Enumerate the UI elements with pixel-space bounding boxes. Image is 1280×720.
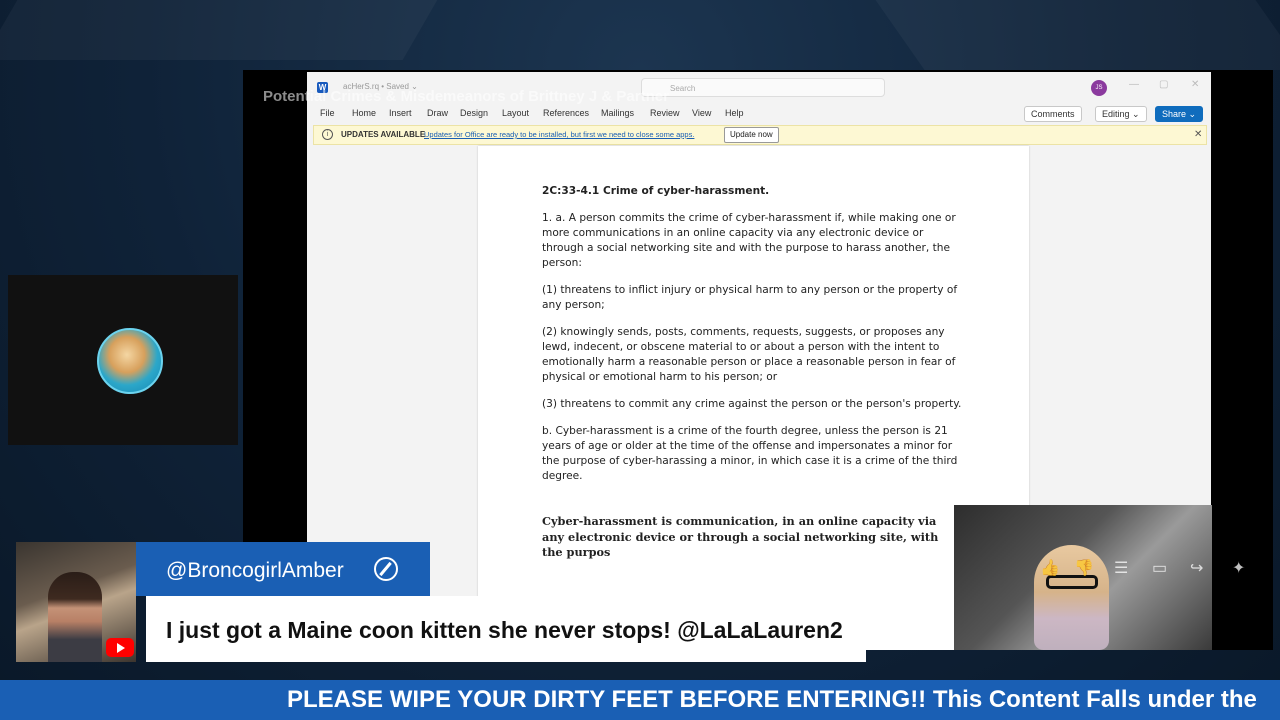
menu-file[interactable]: File [320,108,335,118]
host-avatar [97,328,163,394]
chat-icon[interactable]: ▭ [1152,558,1167,578]
chat-username-bar: @BroncogirlAmber [136,542,430,596]
document-paragraph: 1. a. A person commits the crime of cybe… [542,212,956,269]
guest-camera-feed: 👍 👎 ☰ ▭ ↪ [954,505,1212,650]
comment-icon[interactable]: ☰ [1114,558,1128,578]
menu-insert[interactable]: Insert [389,108,412,118]
chat-author-figure [48,572,102,662]
document-page[interactable]: 2C:33-4.1 Crime of cyber-harassment. 1. … [478,146,1029,650]
host-camera-tile [8,275,238,445]
share-button[interactable]: Share ⌄ [1155,106,1204,122]
sparkle-icon[interactable]: ✦ [1232,558,1245,578]
chat-username: @BroncogirlAmber [166,559,344,582]
menu-design[interactable]: Design [460,108,488,118]
close-update-icon[interactable]: ✕ [1194,129,1202,140]
menu-draw[interactable]: Draw [427,108,448,118]
update-title: UPDATES AVAILABLE [341,130,426,139]
menu-home[interactable]: Home [352,108,376,118]
moderator-badge-icon [374,557,398,581]
background-shape [875,0,1280,70]
shared-window-title: Potential Crimes & Misdemeanors of Britt… [263,88,669,105]
document-paragraph: (2) knowingly sends, posts, comments, re… [542,326,956,383]
update-message-link[interactable]: Updates for Office are ready to be insta… [424,130,694,139]
search-input[interactable]: Search [641,78,885,97]
menu-mailings[interactable]: Mailings [601,108,634,118]
menu-review[interactable]: Review [650,108,680,118]
menu-layout[interactable]: Layout [502,108,529,118]
thumbs-up-icon[interactable]: 👍 [1040,558,1060,578]
menu-help[interactable]: Help [725,108,744,118]
chat-message: I just got a Maine coon kitten she never… [166,617,843,643]
youtube-icon [106,638,134,657]
close-icon[interactable]: ✕ [1191,79,1199,90]
document-summary: Cyber-harassment is communication, in an… [542,514,939,559]
document-paragraph: (3) threatens to commit any crime agains… [542,398,962,410]
menu-view[interactable]: View [692,108,711,118]
minimize-icon[interactable]: — [1129,79,1139,90]
ticker-text: PLEASE WIPE YOUR DIRTY FEET BEFORE ENTER… [287,686,1257,713]
maximize-icon[interactable]: ▢ [1159,79,1168,90]
editing-button[interactable]: Editing ⌄ [1095,106,1147,122]
chat-message-bar: I just got a Maine coon kitten she never… [146,596,866,662]
update-notification-bar: i UPDATES AVAILABLE Updates for Office a… [313,125,1207,145]
chat-author-photo [16,542,136,662]
menu-references[interactable]: References [543,108,589,118]
document-body: 2C:33-4.1 Crime of cyber-harassment. 1. … [542,184,967,573]
update-now-button[interactable]: Update now [724,127,779,143]
background-shape [0,0,438,60]
thumbs-down-icon[interactable]: 👎 [1074,558,1094,578]
share-icon[interactable]: ↪ [1190,558,1203,578]
document-paragraph: (1) threatens to inflict injury or physi… [542,284,958,311]
info-icon: i [322,129,333,140]
document-heading: 2C:33-4.1 Crime of cyber-harassment. [542,185,770,197]
ticker-bar: PLEASE WIPE YOUR DIRTY FEET BEFORE ENTER… [0,680,1280,720]
document-paragraph: b. Cyber-harassment is a crime of the fo… [542,425,958,482]
user-avatar[interactable]: JS [1091,80,1107,96]
comments-button[interactable]: Comments [1024,106,1082,122]
